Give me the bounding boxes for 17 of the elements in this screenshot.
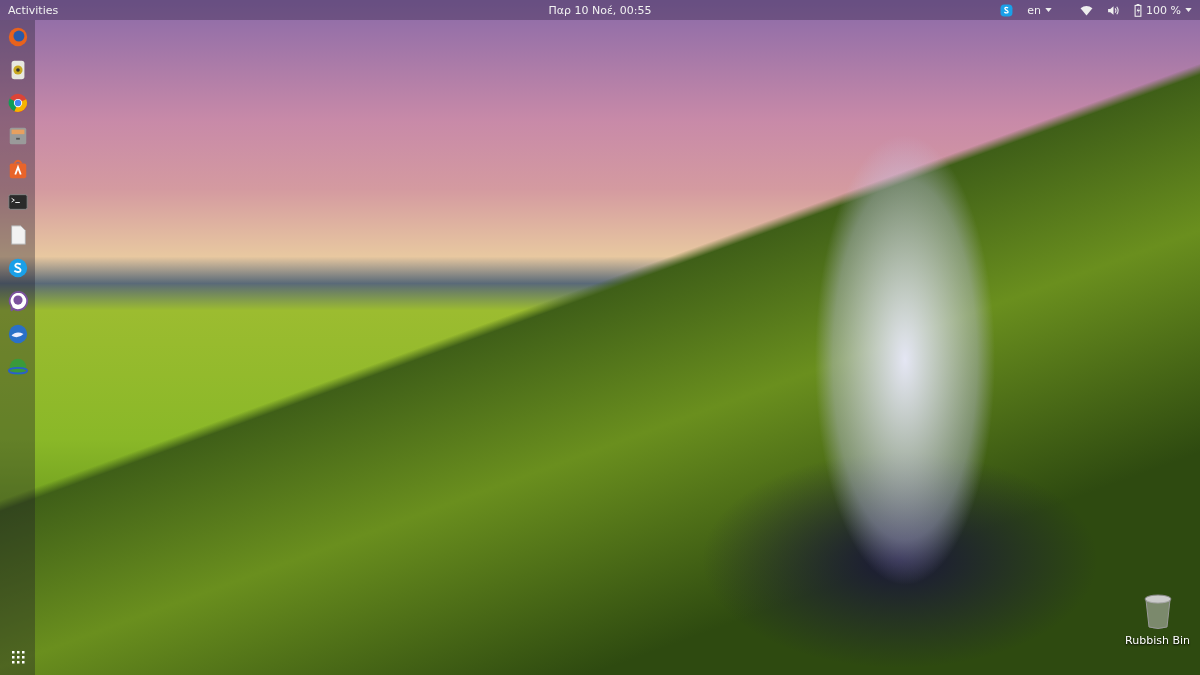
desktop-icon-label[interactable]: Rubbish Bin	[1125, 634, 1190, 647]
ring-icon	[6, 91, 29, 114]
battery-icon	[1134, 3, 1143, 17]
caret-icon	[1185, 8, 1192, 12]
wifi-icon[interactable]	[1080, 4, 1094, 16]
speaker-volume-icon[interactable]	[1107, 4, 1121, 16]
language-menu[interactable]: en	[1027, 3, 1053, 17]
phone-bubble-icon	[6, 289, 29, 312]
trash-can-icon[interactable]	[1142, 594, 1173, 630]
chat-icon[interactable]	[1000, 3, 1014, 17]
activities-button[interactable]: Activities	[8, 3, 59, 17]
caret-icon	[1045, 8, 1053, 12]
battery-menu[interactable]: 100 %	[1134, 3, 1192, 17]
clock[interactable]: Παρ 10 Νοέ, 00:55	[548, 3, 652, 17]
chat-bubble-icon	[6, 256, 29, 279]
grid-icon	[10, 649, 25, 664]
globe-icon	[6, 25, 29, 48]
